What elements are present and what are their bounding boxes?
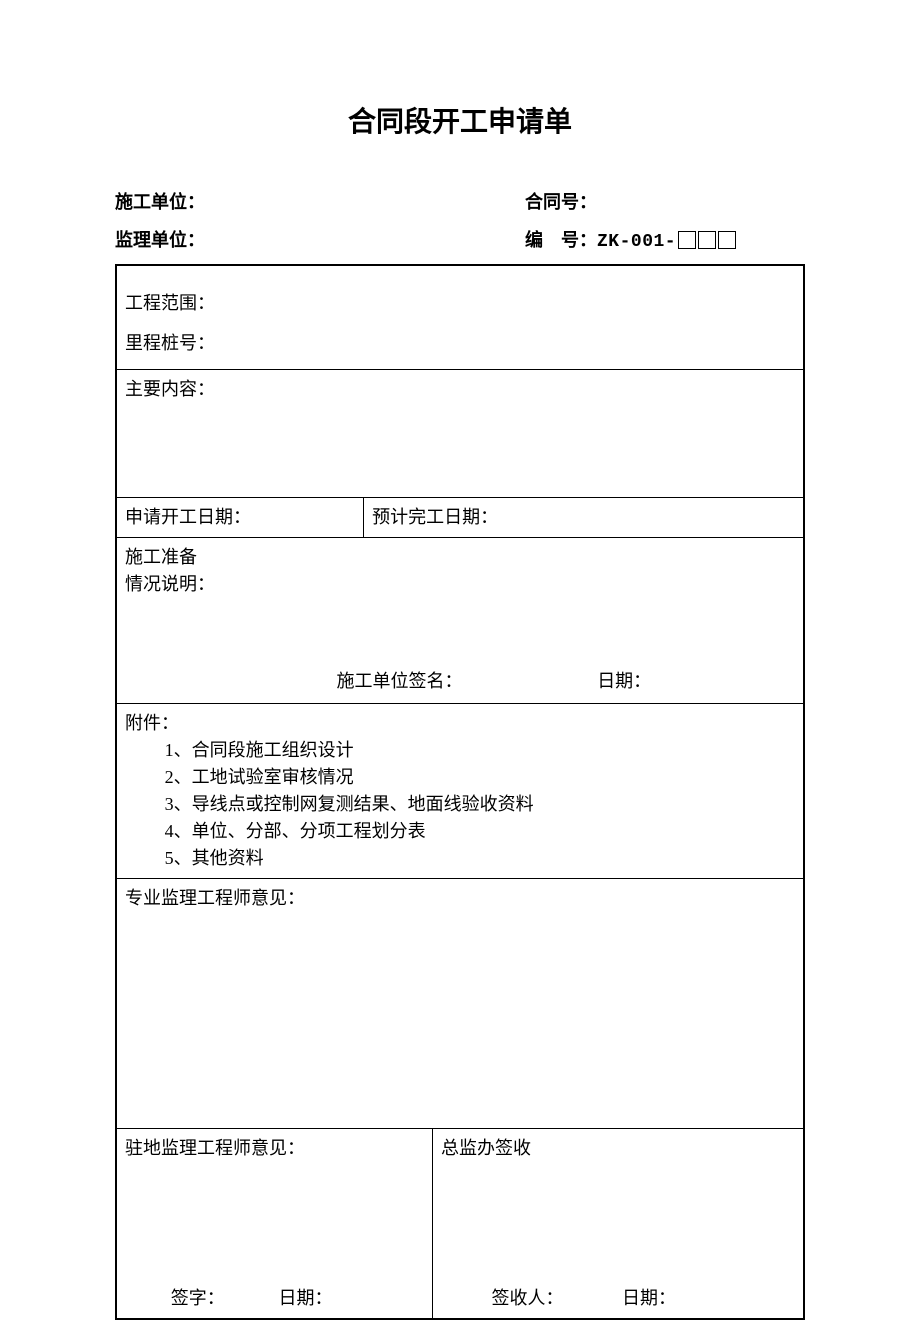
serial-label: 编 号： [525,230,597,250]
main-content-label: 主要内容： [125,376,795,403]
prep-line2: 情况说明： [125,571,795,598]
attach-item-3: 3、导线点或控制网复测结果、地面线验收资料 [165,791,795,818]
re-date-label: 日期： [270,1285,423,1312]
application-form-table: 工程范围： 里程桩号： 主要内容： 申请开工日期： 预计完工日期： 施工准备 情… [115,264,805,1320]
main-content-cell: 主要内容： [116,370,804,498]
se-opinion-cell: 专业监理工程师意见： [116,879,804,1129]
chief-signer-label: 签收人： [441,1285,614,1312]
se-opinion-label: 专业监理工程师意见： [125,885,795,912]
prep-cell: 施工准备 情况说明： 施工单位签名： 日期： [116,538,804,704]
mileage-label: 里程桩号： [125,324,795,364]
re-opinion-label: 驻地监理工程师意见： [125,1135,424,1162]
re-sign-label: 签字： [125,1285,270,1312]
range-label: 工程范围： [125,284,795,324]
serial-box-2 [698,231,716,249]
construction-unit-label: 施工单位： [115,188,525,214]
chief-date-label: 日期： [614,1285,795,1312]
re-opinion-cell: 驻地监理工程师意见： 签字： 日期： [116,1129,432,1319]
attach-item-2: 2、工地试验室审核情况 [165,764,795,791]
serial-value: ZK-001- [597,232,676,252]
chief-sign-row: 签收人： 日期： [433,1285,803,1312]
contract-no-label: 合同号： [525,188,805,214]
serial-box-3 [718,231,736,249]
expect-date-label: 预计完工日期： [364,498,804,538]
prep-date-label: 日期： [597,668,803,695]
range-cell: 工程范围： 里程桩号： [116,265,804,370]
attach-item-1: 1、合同段施工组织设计 [165,737,795,764]
serial-no-field: 编 号：ZK-001- [525,226,805,252]
attach-label: 附件： [125,710,795,737]
chief-sign-cell: 总监办签收 签收人： 日期： [432,1129,804,1319]
attach-item-4: 4、单位、分部、分项工程划分表 [165,818,795,845]
supervision-unit-label: 监理单位： [115,226,525,252]
serial-box-1 [678,231,696,249]
attach-item-5: 5、其他资料 [165,845,795,872]
prep-sign-row: 施工单位签名： 日期： [117,668,803,695]
chief-sign-label: 总监办签收 [441,1135,795,1162]
header-block: 施工单位： 合同号： 监理单位： 编 号：ZK-001- [115,188,805,252]
page-title: 合同段开工申请单 [115,100,805,140]
apply-date-label: 申请开工日期： [116,498,364,538]
re-sign-row: 签字： 日期： [117,1285,432,1312]
attach-cell: 附件： 1、合同段施工组织设计 2、工地试验室审核情况 3、导线点或控制网复测结… [116,704,804,879]
prep-sign-label: 施工单位签名： [337,668,598,695]
prep-line1: 施工准备 [125,544,795,571]
